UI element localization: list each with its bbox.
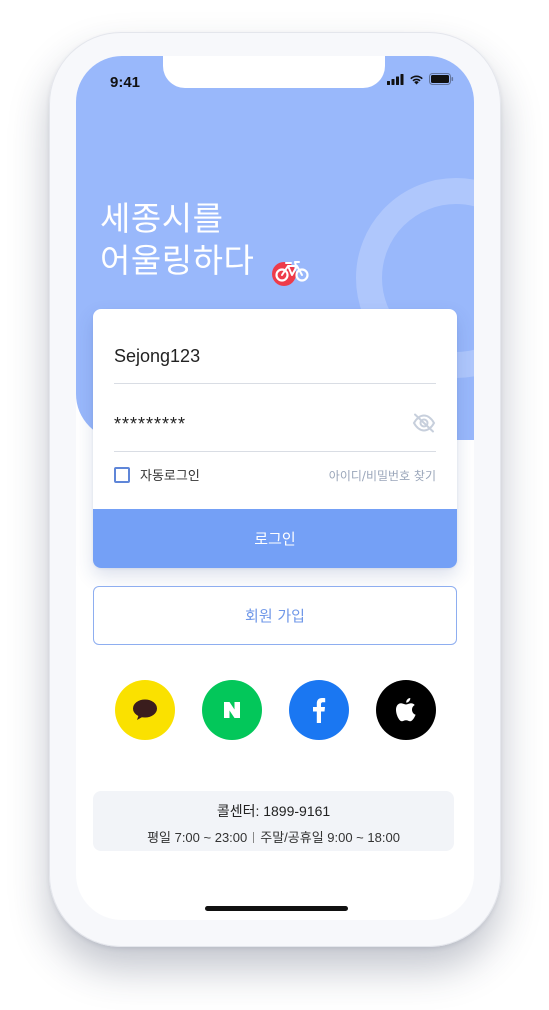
hero-title-line1: 세종시를 [100, 199, 224, 238]
battery-icon [429, 73, 454, 85]
hero-title: 세종시를 어울링하다 [100, 198, 254, 282]
apple-login-button[interactable] [376, 680, 436, 740]
auto-login-checkbox[interactable] [114, 466, 130, 483]
login-card: 자동로그인 아이디/비밀번호 찾기 로그인 [93, 309, 457, 568]
auto-login-row[interactable]: 자동로그인 [114, 465, 200, 484]
device-notch [163, 56, 385, 88]
status-time: 9:41 [110, 74, 141, 91]
signup-button[interactable]: 회원 가입 [93, 586, 457, 645]
naver-login-button[interactable] [202, 680, 262, 740]
naver-n-icon [224, 702, 240, 718]
find-account-link[interactable]: 아이디/비밀번호 찾기 [329, 467, 436, 484]
hero-title-line2: 어울링하다 [100, 241, 255, 280]
wifi-icon [410, 75, 423, 84]
app-screen: 9:41 세종시를 어울링하다 Sejong123 ********* 자동로그… [76, 56, 474, 920]
stage: 9:41 세종시를 어울링하다 Sejong123 ********* 자동로그… [0, 0, 549, 1010]
auto-login-label: 자동로그인 [140, 469, 200, 484]
eye-off-icon[interactable] [412, 413, 436, 433]
weekday-hours: 평일 7:00 ~ 23:00 [147, 830, 248, 845]
bicycle-icon [272, 261, 309, 286]
apple-icon [396, 698, 416, 722]
facebook-login-button[interactable] [289, 680, 349, 740]
facebook-f-icon [313, 698, 326, 723]
speech-bubble-icon [133, 699, 157, 720]
status-icons [387, 73, 454, 85]
id-input[interactable] [114, 329, 404, 383]
id-field [114, 329, 436, 384]
hours-divider [253, 832, 255, 843]
call-center-number: 콜센터: 1899-9161 [216, 803, 331, 819]
kakao-login-button[interactable] [115, 680, 175, 740]
home-indicator[interactable] [205, 906, 348, 911]
password-field [114, 397, 436, 452]
weekend-hours: 주말/공휴일 9:00 ~ 18:00 [260, 830, 400, 845]
social-login-row [115, 680, 436, 740]
password-input[interactable] [114, 397, 404, 451]
call-center-box: 콜센터: 1899-9161 평일 7:00 ~ 23:00 주말/공휴일 9:0… [93, 791, 454, 851]
cellular-signal-icon [387, 73, 404, 85]
operating-hours: 평일 7:00 ~ 23:00 주말/공휴일 9:00 ~ 18:00 [93, 827, 454, 846]
login-button[interactable]: 로그인 [93, 509, 457, 568]
